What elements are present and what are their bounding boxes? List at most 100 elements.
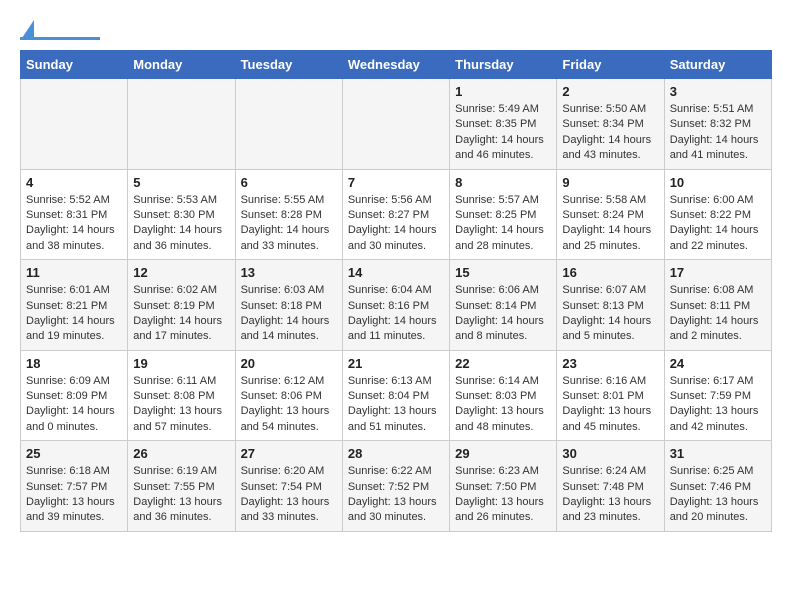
day-number: 9: [562, 175, 658, 190]
calendar-cell: [235, 79, 342, 170]
cell-content: Sunrise: 6:22 AM Sunset: 7:52 PM Dayligh…: [348, 464, 444, 526]
cell-content: Sunrise: 6:08 AM Sunset: 8:11 PM Dayligh…: [670, 283, 766, 345]
day-header-wednesday: Wednesday: [342, 51, 449, 79]
cell-content: Sunrise: 5:50 AM Sunset: 8:34 PM Dayligh…: [562, 102, 658, 164]
day-number: 26: [133, 446, 229, 461]
cell-content: Sunrise: 6:14 AM Sunset: 8:03 PM Dayligh…: [455, 374, 551, 436]
cell-content: Sunrise: 6:20 AM Sunset: 7:54 PM Dayligh…: [241, 464, 337, 526]
day-number: 6: [241, 175, 337, 190]
calendar-cell: [128, 79, 235, 170]
calendar-week-row: 1Sunrise: 5:49 AM Sunset: 8:35 PM Daylig…: [21, 79, 772, 170]
day-number: 13: [241, 265, 337, 280]
calendar-week-row: 18 Sunrise: 6:09 AM Sunset: 8:09 PM Dayli…: [21, 350, 772, 441]
day-number: 18: [26, 356, 122, 371]
calendar-cell: 21Sunrise: 6:13 AM Sunset: 8:04 PM Dayli…: [342, 350, 449, 441]
calendar-cell: 7 Sunrise: 5:56 AM Sunset: 8:27 PM Daylig…: [342, 169, 449, 260]
cell-content: Sunrise: 5:52 AM Sunset: 8:31 PM Dayligh…: [26, 193, 122, 255]
day-number: 19: [133, 356, 229, 371]
day-number: 12: [133, 265, 229, 280]
day-number: 29: [455, 446, 551, 461]
calendar-cell: 23 Sunrise: 6:16 AM Sunset: 8:01 PM Dayli…: [557, 350, 664, 441]
day-number: 25: [26, 446, 122, 461]
cell-content: Sunrise: 6:07 AM Sunset: 8:13 PM Dayligh…: [562, 283, 658, 345]
day-number: 30: [562, 446, 658, 461]
calendar-week-row: 4Sunrise: 5:52 AM Sunset: 8:31 PM Daylig…: [21, 169, 772, 260]
day-number: 1: [455, 84, 551, 99]
logo-line: [20, 37, 100, 40]
logo: [20, 20, 102, 40]
day-number: 8: [455, 175, 551, 190]
day-number: 3: [670, 84, 766, 99]
calendar-cell: 24 Sunrise: 6:17 AM Sunset: 7:59 PM Dayli…: [664, 350, 771, 441]
calendar-cell: [21, 79, 128, 170]
calendar-table: SundayMondayTuesdayWednesdayThursdayFrid…: [20, 50, 772, 532]
cell-content: Sunrise: 6:13 AM Sunset: 8:04 PM Dayligh…: [348, 374, 444, 436]
day-header-friday: Friday: [557, 51, 664, 79]
calendar-week-row: 11Sunrise: 6:01 AM Sunset: 8:21 PM Dayli…: [21, 260, 772, 351]
cell-content: Sunrise: 6:24 AM Sunset: 7:48 PM Dayligh…: [562, 464, 658, 526]
cell-content: Sunrise: 6:16 AM Sunset: 8:01 PM Dayligh…: [562, 374, 658, 436]
cell-content: Sunrise: 6:00 AM Sunset: 8:22 PM Dayligh…: [670, 193, 766, 255]
calendar-cell: 11Sunrise: 6:01 AM Sunset: 8:21 PM Dayli…: [21, 260, 128, 351]
cell-content: Sunrise: 5:58 AM Sunset: 8:24 PM Dayligh…: [562, 193, 658, 255]
calendar-cell: 25 Sunrise: 6:18 AM Sunset: 7:57 PM Dayli…: [21, 441, 128, 532]
calendar-cell: 3 Sunrise: 5:51 AM Sunset: 8:32 PM Daylig…: [664, 79, 771, 170]
calendar-cell: 20Sunrise: 6:12 AM Sunset: 8:06 PM Dayli…: [235, 350, 342, 441]
calendar-cell: 30 Sunrise: 6:24 AM Sunset: 7:48 PM Dayli…: [557, 441, 664, 532]
cell-content: Sunrise: 6:01 AM Sunset: 8:21 PM Dayligh…: [26, 283, 122, 345]
cell-content: Sunrise: 6:19 AM Sunset: 7:55 PM Dayligh…: [133, 464, 229, 526]
day-number: 17: [670, 265, 766, 280]
cell-content: Sunrise: 5:55 AM Sunset: 8:28 PM Dayligh…: [241, 193, 337, 255]
day-number: 28: [348, 446, 444, 461]
calendar-cell: 28 Sunrise: 6:22 AM Sunset: 7:52 PM Dayli…: [342, 441, 449, 532]
calendar-cell: 8Sunrise: 5:57 AM Sunset: 8:25 PM Daylig…: [450, 169, 557, 260]
calendar-cell: 15Sunrise: 6:06 AM Sunset: 8:14 PM Dayli…: [450, 260, 557, 351]
day-number: 22: [455, 356, 551, 371]
cell-content: Sunrise: 6:09 AM Sunset: 8:09 PM Dayligh…: [26, 374, 122, 436]
day-number: 16: [562, 265, 658, 280]
day-number: 24: [670, 356, 766, 371]
calendar-cell: 2Sunrise: 5:50 AM Sunset: 8:34 PM Daylig…: [557, 79, 664, 170]
calendar-cell: 16 Sunrise: 6:07 AM Sunset: 8:13 PM Dayli…: [557, 260, 664, 351]
day-number: 14: [348, 265, 444, 280]
cell-content: Sunrise: 6:11 AM Sunset: 8:08 PM Dayligh…: [133, 374, 229, 436]
cell-content: Sunrise: 6:06 AM Sunset: 8:14 PM Dayligh…: [455, 283, 551, 345]
day-number: 23: [562, 356, 658, 371]
day-number: 10: [670, 175, 766, 190]
calendar-cell: 17 Sunrise: 6:08 AM Sunset: 8:11 PM Dayli…: [664, 260, 771, 351]
calendar-cell: 12 Sunrise: 6:02 AM Sunset: 8:19 PM Dayli…: [128, 260, 235, 351]
day-number: 7: [348, 175, 444, 190]
day-header-saturday: Saturday: [664, 51, 771, 79]
calendar-cell: 18 Sunrise: 6:09 AM Sunset: 8:09 PM Dayli…: [21, 350, 128, 441]
day-number: 5: [133, 175, 229, 190]
calendar-header-row: SundayMondayTuesdayWednesdayThursdayFrid…: [21, 51, 772, 79]
calendar-cell: 1Sunrise: 5:49 AM Sunset: 8:35 PM Daylig…: [450, 79, 557, 170]
cell-content: Sunrise: 6:03 AM Sunset: 8:18 PM Dayligh…: [241, 283, 337, 345]
cell-content: Sunrise: 5:53 AM Sunset: 8:30 PM Dayligh…: [133, 193, 229, 255]
cell-content: Sunrise: 6:25 AM Sunset: 7:46 PM Dayligh…: [670, 464, 766, 526]
day-number: 31: [670, 446, 766, 461]
day-number: 27: [241, 446, 337, 461]
cell-content: Sunrise: 6:04 AM Sunset: 8:16 PM Dayligh…: [348, 283, 444, 345]
calendar-cell: 10 Sunrise: 6:00 AM Sunset: 8:22 PM Dayli…: [664, 169, 771, 260]
calendar-cell: 29Sunrise: 6:23 AM Sunset: 7:50 PM Dayli…: [450, 441, 557, 532]
day-header-tuesday: Tuesday: [235, 51, 342, 79]
header: [20, 20, 772, 40]
cell-content: Sunrise: 6:18 AM Sunset: 7:57 PM Dayligh…: [26, 464, 122, 526]
calendar-cell: 5 Sunrise: 5:53 AM Sunset: 8:30 PM Daylig…: [128, 169, 235, 260]
calendar-cell: 6 Sunrise: 5:55 AM Sunset: 8:28 PM Daylig…: [235, 169, 342, 260]
cell-content: Sunrise: 5:51 AM Sunset: 8:32 PM Dayligh…: [670, 102, 766, 164]
calendar-week-row: 25 Sunrise: 6:18 AM Sunset: 7:57 PM Dayli…: [21, 441, 772, 532]
calendar-cell: 14 Sunrise: 6:04 AM Sunset: 8:16 PM Dayli…: [342, 260, 449, 351]
calendar-cell: 13 Sunrise: 6:03 AM Sunset: 8:18 PM Dayli…: [235, 260, 342, 351]
day-header-monday: Monday: [128, 51, 235, 79]
cell-content: Sunrise: 5:56 AM Sunset: 8:27 PM Dayligh…: [348, 193, 444, 255]
calendar-cell: 19 Sunrise: 6:11 AM Sunset: 8:08 PM Dayli…: [128, 350, 235, 441]
calendar-cell: 27 Sunrise: 6:20 AM Sunset: 7:54 PM Dayli…: [235, 441, 342, 532]
calendar-cell: 9 Sunrise: 5:58 AM Sunset: 8:24 PM Daylig…: [557, 169, 664, 260]
cell-content: Sunrise: 6:17 AM Sunset: 7:59 PM Dayligh…: [670, 374, 766, 436]
day-header-sunday: Sunday: [21, 51, 128, 79]
cell-content: Sunrise: 6:12 AM Sunset: 8:06 PM Dayligh…: [241, 374, 337, 436]
calendar-cell: 4Sunrise: 5:52 AM Sunset: 8:31 PM Daylig…: [21, 169, 128, 260]
cell-content: Sunrise: 6:02 AM Sunset: 8:19 PM Dayligh…: [133, 283, 229, 345]
